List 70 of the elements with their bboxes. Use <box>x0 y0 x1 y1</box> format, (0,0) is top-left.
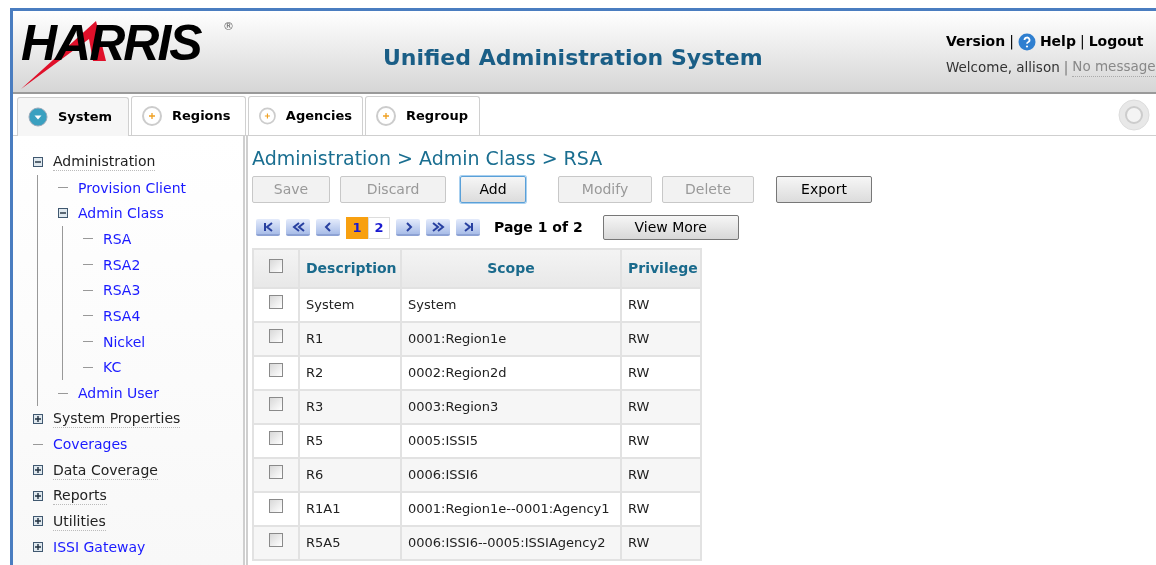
tree-item[interactable]: Administration <box>53 152 156 172</box>
separator: | <box>1009 32 1014 52</box>
plus-circle-icon <box>259 106 276 126</box>
column-header[interactable]: Scope <box>401 249 621 288</box>
tree-item[interactable]: RSA <box>103 229 132 248</box>
collapse-icon[interactable] <box>33 156 43 167</box>
tree-item[interactable]: Admin User <box>78 384 159 403</box>
last-page-button[interactable] <box>456 219 480 236</box>
fast-forward-icon <box>431 219 445 234</box>
tab[interactable]: Regions <box>131 96 246 135</box>
help-link[interactable]: Help <box>1039 31 1076 52</box>
checkbox[interactable] <box>269 258 283 273</box>
expand-icon[interactable] <box>33 465 43 476</box>
page-button[interactable]: 2 <box>368 216 390 239</box>
expand-icon[interactable] <box>33 542 43 553</box>
rewind-icon <box>291 219 305 234</box>
version-link[interactable]: Version <box>946 31 1006 52</box>
tab[interactable]: Regroup <box>365 96 480 135</box>
separator: | <box>1063 57 1069 77</box>
tree-item[interactable]: RSA2 <box>103 255 141 274</box>
tree-item[interactable]: System Properties <box>53 409 181 429</box>
action-button[interactable]: Add <box>460 176 526 203</box>
view-more-button[interactable]: View More <box>602 215 739 240</box>
previous-button[interactable] <box>316 219 340 236</box>
app-title: Unified Administration System <box>383 44 763 72</box>
tree-item[interactable]: Reports <box>53 486 107 506</box>
tree-item[interactable]: Provision Client <box>78 178 186 197</box>
tree-item[interactable]: KC <box>103 358 122 377</box>
tree-item[interactable]: ISSI Gateway <box>53 538 146 557</box>
tree-item[interactable]: RSA4 <box>103 306 141 325</box>
separator: | <box>1079 32 1085 52</box>
tree-item[interactable]: Nickel <box>103 332 146 351</box>
fast-forward-button[interactable] <box>426 219 450 236</box>
checkbox[interactable] <box>269 465 283 480</box>
tab[interactable]: System <box>17 97 129 136</box>
expand-icon[interactable] <box>33 413 43 424</box>
table-cell: RW <box>621 526 701 560</box>
help-icon <box>1017 32 1036 51</box>
checkbox[interactable] <box>269 295 283 310</box>
tree-item[interactable]: Data Coverage <box>53 460 158 480</box>
checkbox[interactable] <box>269 533 283 548</box>
checkbox[interactable] <box>269 329 283 344</box>
table-cell: 0006:ISSI6--0005:ISSIAgency2 <box>401 526 621 560</box>
page-button[interactable]: 1 <box>346 216 368 239</box>
tree-item[interactable]: RSA3 <box>103 281 141 300</box>
collapse-icon[interactable] <box>58 208 68 219</box>
tree-item[interactable]: Admin Class <box>78 204 164 223</box>
tab[interactable]: Agencies <box>248 96 363 135</box>
plus-circle-icon <box>376 106 396 126</box>
plus-circle-icon <box>142 106 162 126</box>
rewind-button[interactable] <box>286 219 310 236</box>
first-page-button[interactable] <box>256 219 280 236</box>
logout-link[interactable]: Logout <box>1088 31 1144 52</box>
expand-icon[interactable] <box>33 516 43 527</box>
expand-icon[interactable] <box>33 490 43 501</box>
next-button[interactable] <box>396 219 420 236</box>
checkbox[interactable] <box>269 499 283 514</box>
registered-mark: ® <box>223 19 234 35</box>
tree-item[interactable]: Coverages <box>53 435 128 454</box>
first-page-icon <box>261 219 275 234</box>
breadcrumb: Administration > Admin Class > RSA <box>252 146 604 170</box>
table-cell: R5A5 <box>299 526 401 560</box>
checkbox[interactable] <box>269 397 283 412</box>
page-status: Page 1 of 2 <box>494 218 583 237</box>
tree-item[interactable]: Utilities <box>53 511 106 531</box>
action-button[interactable]: Export <box>776 176 872 203</box>
collapse-circle-icon <box>28 107 48 127</box>
checkbox[interactable] <box>269 431 283 446</box>
checkbox[interactable] <box>269 363 283 378</box>
welcome-text: Welcome, allison <box>946 57 1060 77</box>
